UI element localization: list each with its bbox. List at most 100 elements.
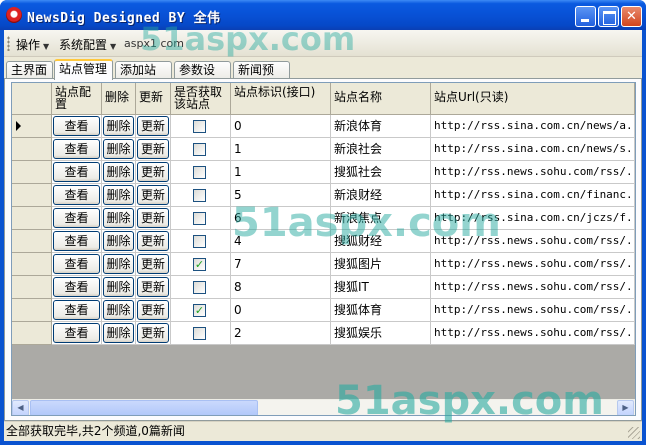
checkbox-unchecked[interactable]: [193, 212, 206, 225]
update-button[interactable]: 更新: [137, 162, 169, 182]
update-button[interactable]: 更新: [137, 300, 169, 320]
checkbox-unchecked[interactable]: [193, 235, 206, 248]
scroll-right-icon[interactable]: ▶: [617, 400, 634, 415]
view-config-button[interactable]: 查看: [53, 185, 100, 205]
view-config-button[interactable]: 查看: [53, 323, 100, 343]
delete-button[interactable]: 删除: [103, 254, 134, 274]
site-name-cell[interactable]: 搜狐娱乐: [331, 322, 431, 345]
resize-grip-icon[interactable]: [628, 427, 640, 439]
sites-grid[interactable]: 站点配置 删除 更新 是否获取该站点 站点标识(接口) 站点名称 站点Url(只…: [11, 82, 636, 416]
site-name-cell[interactable]: 搜狐财经: [331, 230, 431, 253]
site-url-cell[interactable]: http://rss.sina.com.cn/news/a...: [431, 115, 635, 138]
horizontal-scrollbar[interactable]: ◀ ▶: [12, 399, 635, 415]
site-id-cell[interactable]: 6: [231, 207, 331, 230]
toolbar-grip-icon[interactable]: [7, 36, 10, 51]
delete-button[interactable]: 删除: [103, 139, 134, 159]
site-name-cell[interactable]: 新浪体育: [331, 115, 431, 138]
delete-button[interactable]: 删除: [103, 185, 134, 205]
site-url-cell[interactable]: http://rss.news.sohu.com/rss/...: [431, 299, 635, 322]
delete-button[interactable]: 删除: [103, 208, 134, 228]
row-header[interactable]: [12, 207, 52, 230]
table-row[interactable]: 查看 删除 更新 4 搜狐财经 http://rss.news.sohu.com/rss/…: [12, 230, 635, 253]
view-config-button[interactable]: 查看: [53, 139, 100, 159]
site-name-cell[interactable]: 新浪社会: [331, 138, 431, 161]
site-id-cell[interactable]: 7: [231, 253, 331, 276]
site-id-cell[interactable]: 1: [231, 138, 331, 161]
tab-news-preview[interactable]: 新闻预览: [233, 61, 290, 93]
site-name-cell[interactable]: 新浪财经: [331, 184, 431, 207]
delete-button[interactable]: 删除: [103, 277, 134, 297]
header-site-url[interactable]: 站点Url(只读): [431, 83, 635, 115]
site-id-cell[interactable]: 2: [231, 322, 331, 345]
site-id-cell[interactable]: 1: [231, 161, 331, 184]
table-row[interactable]: 查看 删除 更新 5 新浪财经 http://rss.sina.com.cn/financ…: [12, 184, 635, 207]
site-id-cell[interactable]: 0: [231, 299, 331, 322]
update-button[interactable]: 更新: [137, 254, 169, 274]
view-config-button[interactable]: 查看: [53, 300, 100, 320]
checkbox-unchecked[interactable]: [193, 327, 206, 340]
site-url-cell[interactable]: http://rss.sina.com.cn/financ...: [431, 184, 635, 207]
view-config-button[interactable]: 查看: [53, 231, 100, 251]
checkbox-unchecked[interactable]: [193, 281, 206, 294]
header-fetch-enabled[interactable]: 是否获取该站点: [171, 83, 231, 115]
delete-button[interactable]: 删除: [103, 116, 134, 136]
maximize-button[interactable]: [598, 6, 619, 27]
update-button[interactable]: 更新: [137, 185, 169, 205]
header-update[interactable]: 更新: [136, 83, 171, 115]
site-url-cell[interactable]: http://rss.news.sohu.com/rss/...: [431, 276, 635, 299]
row-header[interactable]: [12, 322, 52, 345]
row-header[interactable]: [12, 230, 52, 253]
site-url-cell[interactable]: http://rss.news.sohu.com/rss/...: [431, 161, 635, 184]
checkbox-unchecked[interactable]: [193, 143, 206, 156]
site-url-cell[interactable]: http://rss.sina.com.cn/news/s...: [431, 138, 635, 161]
update-button[interactable]: 更新: [137, 277, 169, 297]
tab-settings[interactable]: 参数设置: [174, 61, 231, 93]
site-name-cell[interactable]: 新浪焦点: [331, 207, 431, 230]
table-row[interactable]: 查看 删除 更新 ✓ 0 搜狐体育 http://rss.news.sohu.com/rss…: [12, 299, 635, 322]
view-config-button[interactable]: 查看: [53, 208, 100, 228]
table-row[interactable]: 查看 删除 更新 2 搜狐娱乐 http://rss.news.sohu.com/rss/…: [12, 322, 635, 345]
site-name-cell[interactable]: 搜狐IT: [331, 276, 431, 299]
delete-button[interactable]: 删除: [103, 300, 134, 320]
site-id-cell[interactable]: 4: [231, 230, 331, 253]
app-logo-icon[interactable]: [6, 7, 22, 23]
site-url-cell[interactable]: http://rss.sina.com.cn/jczs/f...: [431, 207, 635, 230]
tab-main[interactable]: 主界面: [6, 61, 53, 79]
title-bar[interactable]: NewsDig Designed BY 全伟: [0, 0, 646, 30]
site-id-cell[interactable]: 0: [231, 115, 331, 138]
row-header[interactable]: [12, 276, 52, 299]
checkbox-checked[interactable]: ✓: [193, 304, 206, 317]
table-row[interactable]: 查看 删除 更新 0 新浪体育 http://rss.sina.com.cn/news/a…: [12, 115, 635, 138]
checkbox-unchecked[interactable]: [193, 189, 206, 202]
row-header[interactable]: [12, 115, 52, 138]
update-button[interactable]: 更新: [137, 139, 169, 159]
checkbox-unchecked[interactable]: [193, 166, 206, 179]
header-site-id[interactable]: 站点标识(接口): [231, 83, 331, 115]
scroll-left-icon[interactable]: ◀: [12, 400, 29, 415]
header-delete[interactable]: 删除: [102, 83, 136, 115]
site-id-cell[interactable]: 8: [231, 276, 331, 299]
table-row[interactable]: 查看 删除 更新 8 搜狐IT http://rss.news.sohu.com/rss/…: [12, 276, 635, 299]
header-site-name[interactable]: 站点名称: [331, 83, 431, 115]
tab-site-management[interactable]: 站点管理: [54, 59, 113, 80]
site-url-cell[interactable]: http://rss.news.sohu.com/rss/...: [431, 230, 635, 253]
table-row[interactable]: 查看 删除 更新 1 新浪社会 http://rss.sina.com.cn/news/s…: [12, 138, 635, 161]
row-header[interactable]: [12, 253, 52, 276]
table-row[interactable]: 查看 删除 更新 1 搜狐社会 http://rss.news.sohu.com/rss/…: [12, 161, 635, 184]
row-header[interactable]: [12, 138, 52, 161]
update-button[interactable]: 更新: [137, 208, 169, 228]
header-site-config[interactable]: 站点配置: [52, 83, 102, 115]
close-button[interactable]: [621, 6, 642, 27]
checkbox-checked[interactable]: ✓: [193, 258, 206, 271]
table-row[interactable]: 查看 删除 更新 ✓ 7 搜狐图片 http://rss.news.sohu.com/rss…: [12, 253, 635, 276]
site-id-cell[interactable]: 5: [231, 184, 331, 207]
site-name-cell[interactable]: 搜狐社会: [331, 161, 431, 184]
view-config-button[interactable]: 查看: [53, 277, 100, 297]
update-button[interactable]: 更新: [137, 116, 169, 136]
update-button[interactable]: 更新: [137, 323, 169, 343]
site-name-cell[interactable]: 搜狐图片: [331, 253, 431, 276]
site-name-cell[interactable]: 搜狐体育: [331, 299, 431, 322]
view-config-button[interactable]: 查看: [53, 116, 100, 136]
menu-system-config[interactable]: 系统配置 ▼: [59, 36, 116, 53]
delete-button[interactable]: 删除: [103, 323, 134, 343]
